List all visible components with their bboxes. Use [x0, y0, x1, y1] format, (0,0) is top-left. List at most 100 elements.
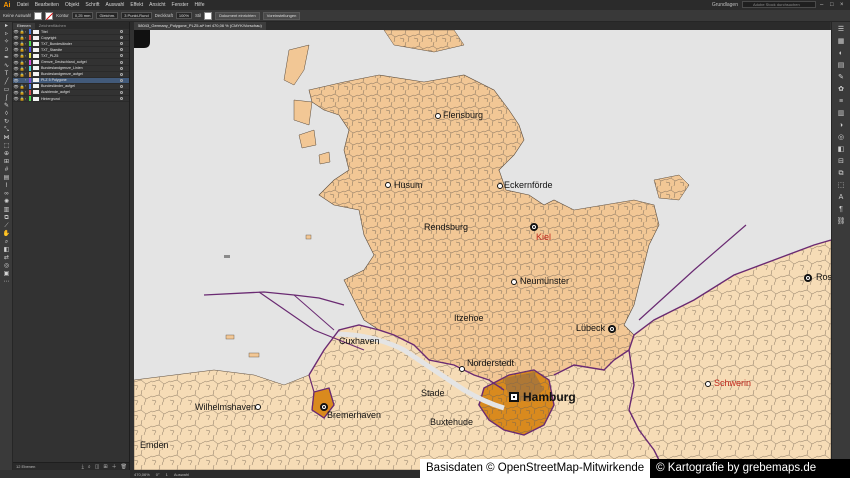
layer-name[interactable]: Titel	[41, 30, 48, 34]
lasso-tool-icon[interactable]: ↄ	[2, 47, 11, 54]
layer-name[interactable]: Copyright	[41, 36, 56, 40]
scale-tool-icon[interactable]: ⤡	[2, 127, 11, 134]
style-swatch[interactable]	[204, 11, 213, 20]
menu-datei[interactable]: Datei	[14, 2, 32, 8]
document-setup-button[interactable]: Dokument einrichten	[215, 11, 260, 20]
workspace-switcher[interactable]: Grundlagen	[712, 2, 738, 8]
close-icon[interactable]: ×	[840, 2, 846, 8]
menu-hilfe[interactable]: Hilfe	[191, 2, 207, 8]
pathfinder-panel-icon[interactable]: ⧉	[835, 169, 847, 178]
stock-search-input[interactable]: Adobe Stock durchsuchen	[742, 1, 816, 8]
slice-tool-icon[interactable]: ⟋	[2, 223, 11, 230]
maximize-icon[interactable]: □	[830, 2, 836, 8]
menu-fenster[interactable]: Fenster	[169, 2, 192, 8]
stroke-style-field[interactable]: Gleichm.	[96, 12, 119, 19]
layer-target-icon[interactable]	[120, 97, 123, 101]
symbol-sprayer-tool-icon[interactable]: ✺	[2, 199, 11, 206]
fill-stroke-icon[interactable]: ◧	[2, 247, 11, 254]
swap-colors-icon[interactable]: ⇄	[2, 255, 11, 262]
layer-name[interactable]: Grenze_Deutschland_aufgel	[41, 60, 87, 64]
menu-auswahl[interactable]: Auswahl	[103, 2, 128, 8]
visibility-eye-icon[interactable]: 👁	[13, 78, 19, 83]
menu-effekt[interactable]: Effekt	[127, 2, 146, 8]
layer-name[interactable]: Ausblende_aufgel	[41, 90, 70, 94]
symbols-panel-icon[interactable]: ✿	[835, 85, 847, 94]
document-tab[interactable]: 58043_Germany_Polygone_PLZ5.ai* bei 470,…	[134, 22, 266, 30]
width-tool-icon[interactable]: ⋈	[2, 135, 11, 142]
layer-name[interactable]: Bundeslandgrenze_aufgel	[41, 72, 83, 76]
gradient-tool-icon[interactable]: ▤	[2, 175, 11, 182]
layer-name[interactable]: TXT_Bundesländer	[41, 42, 72, 46]
brushes-panel-icon[interactable]: ✎	[835, 73, 847, 82]
links-panel-icon[interactable]: ⛓	[835, 217, 847, 226]
appearance-panel-icon[interactable]: ◎	[835, 133, 847, 142]
layer-name[interactable]: TXT_Staedte	[41, 48, 62, 52]
direct-selection-tool-icon[interactable]: ▹	[2, 31, 11, 38]
free-transform-tool-icon[interactable]: ⬚	[2, 143, 11, 150]
properties-panel-icon[interactable]: ☰	[835, 25, 847, 34]
column-graph-tool-icon[interactable]: ▥	[2, 207, 11, 214]
layer-target-icon[interactable]	[120, 42, 123, 46]
magic-wand-tool-icon[interactable]: ✧	[2, 39, 11, 46]
swatches-panel-icon[interactable]: ▤	[835, 61, 847, 70]
menu-ansicht[interactable]: Ansicht	[146, 2, 168, 8]
blend-tool-icon[interactable]: ∞	[2, 191, 11, 198]
transform-panel-icon[interactable]: ⬚	[835, 181, 847, 190]
layer-target-icon[interactable]	[120, 66, 123, 70]
transparency-panel-icon[interactable]: ◑	[835, 121, 847, 130]
layer-name[interactable]: PLZ 5 Polygone	[41, 78, 67, 82]
artboard-number[interactable]: 1	[166, 472, 168, 477]
menu-objekt[interactable]: Objekt	[62, 2, 82, 8]
eyedropper-tool-icon[interactable]: ⌇	[2, 183, 11, 190]
layer-target-icon[interactable]	[120, 72, 123, 76]
minimize-icon[interactable]: –	[820, 2, 826, 8]
fill-swatch[interactable]	[34, 11, 43, 20]
layer-name[interactable]: Bundesländer_aufgel	[41, 84, 75, 88]
paintbrush-tool-icon[interactable]: ʃ	[2, 95, 11, 102]
preferences-button[interactable]: Voreinstellungen	[262, 11, 301, 20]
layer-target-icon[interactable]	[120, 36, 123, 40]
rotation-value[interactable]: 0°	[156, 472, 160, 477]
layer-target-icon[interactable]	[120, 84, 123, 88]
layer-target-icon[interactable]	[120, 30, 123, 34]
pen-tool-icon[interactable]: ✒	[2, 55, 11, 62]
layer-name[interactable]: Bundeslandgrenze_Linien	[41, 66, 83, 70]
new-layer-icon[interactable]: ＋	[110, 463, 119, 470]
line-tool-icon[interactable]: ╱	[2, 79, 11, 86]
mesh-tool-icon[interactable]: #	[2, 167, 11, 174]
layer-target-icon[interactable]	[120, 54, 123, 58]
layer-target-icon[interactable]	[120, 48, 123, 52]
layer-target-icon[interactable]	[120, 78, 123, 82]
new-sublayer-icon[interactable]: ⊞	[101, 464, 109, 470]
opacity-field[interactable]: 100%	[175, 12, 193, 19]
graphic-styles-panel-icon[interactable]: ◧	[835, 145, 847, 154]
curvature-tool-icon[interactable]: ∿	[2, 63, 11, 70]
delete-layer-icon[interactable]: 🗑	[119, 464, 129, 470]
menu-bearbeiten[interactable]: Bearbeiten	[32, 2, 62, 8]
layer-name[interactable]: TXT_PLZ5	[41, 54, 58, 58]
perspective-grid-tool-icon[interactable]: ⊞	[2, 159, 11, 166]
layer-target-icon[interactable]	[120, 90, 123, 94]
hand-tool-icon[interactable]: ✋	[2, 231, 11, 238]
zoom-tool-icon[interactable]: ⌕	[2, 239, 11, 246]
drawing-modes-icon[interactable]: ◎	[2, 263, 11, 270]
stroke-panel-icon[interactable]: ≡	[835, 97, 847, 106]
clipping-mask-icon[interactable]: ◫	[93, 464, 102, 470]
layer-name[interactable]: Hintergrund	[41, 97, 60, 101]
map-canvas[interactable]: Flensburg Husum Eckernförde Rendsburg Ki…	[134, 30, 831, 470]
stroke-weight-field[interactable]: 0,25 mm	[71, 12, 94, 19]
stroke-swatch[interactable]	[45, 11, 54, 20]
eraser-tool-icon[interactable]: ◊	[2, 111, 11, 118]
paragraph-panel-icon[interactable]: ¶	[835, 205, 847, 214]
layer-target-icon[interactable]	[120, 60, 123, 64]
color-panel-icon[interactable]: ◐	[835, 49, 847, 58]
character-panel-icon[interactable]: A	[835, 193, 847, 202]
type-tool-icon[interactable]: T	[2, 71, 11, 78]
rotate-tool-icon[interactable]: ↻	[2, 119, 11, 126]
layer-row[interactable]: 👁 🔒 › Hintergrund	[13, 96, 129, 103]
menu-schrift[interactable]: Schrift	[82, 2, 102, 8]
libraries-panel-icon[interactable]: ▦	[835, 37, 847, 46]
selection-tool-icon[interactable]: ▸	[2, 23, 11, 30]
more-tools-icon[interactable]: ⋯	[2, 279, 11, 286]
zoom-level[interactable]: 470,06%	[134, 472, 150, 477]
